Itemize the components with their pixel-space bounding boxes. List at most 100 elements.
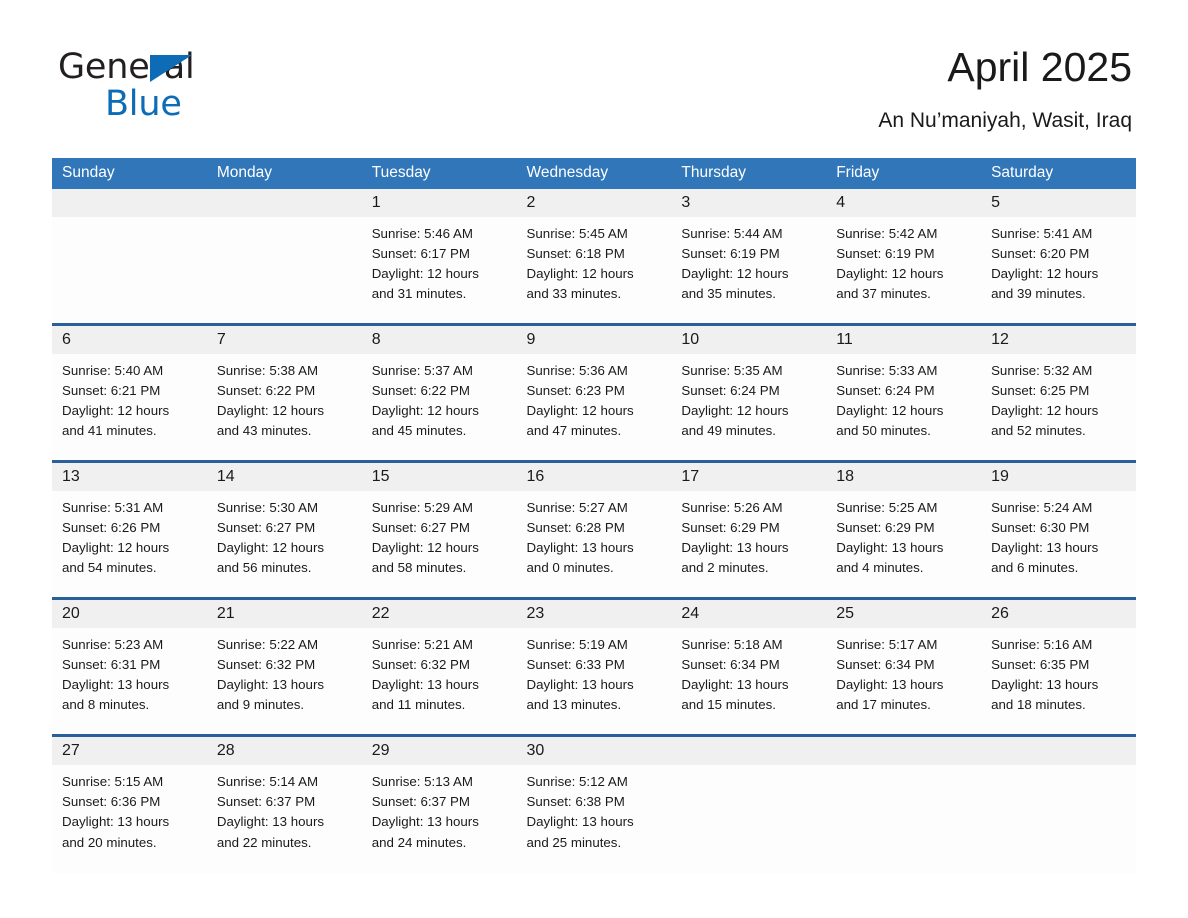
- day-sunset: Sunset: 6:19 PM: [681, 245, 780, 261]
- day-number[interactable]: 4: [826, 189, 982, 217]
- generalblue-logo[interactable]: General Blue: [58, 50, 195, 122]
- day-number[interactable]: 2: [516, 189, 672, 217]
- day-daylight-line: Daylight: 13 hours: [836, 677, 944, 693]
- day-number[interactable]: 24: [671, 597, 827, 628]
- day-daylight-line: and 31 minutes.: [371, 286, 467, 302]
- day-sunrise: Sunrise: 5:27 AM: [526, 499, 628, 515]
- day-daylight-line: Daylight: 13 hours: [526, 540, 634, 556]
- day-number[interactable]: 5: [981, 189, 1136, 217]
- day-sunset: Sunset: 6:32 PM: [216, 657, 316, 673]
- day-sunrise: Sunrise: 5:12 AM: [526, 773, 628, 789]
- day-daylight-line: and 0 minutes.: [526, 560, 614, 576]
- day-number[interactable]: 7: [206, 323, 362, 354]
- day-number[interactable]: 16: [516, 460, 672, 491]
- day-cell[interactable]: Sunrise: 5:38 AM Sunset: 6:22 PM Daylight:…: [206, 353, 362, 462]
- day-cell[interactable]: Sunrise: 5:24 AM Sunset: 6:30 PM Daylight:…: [981, 490, 1136, 599]
- day-number[interactable]: 9: [516, 323, 672, 354]
- day-number[interactable]: 29: [361, 734, 517, 765]
- day-cell[interactable]: Sunrise: 5:37 AM Sunset: 6:22 PM Daylight:…: [361, 353, 517, 462]
- day-sunset: Sunset: 6:26 PM: [62, 519, 161, 535]
- day-sunrise: Sunrise: 5:31 AM: [62, 499, 164, 515]
- day-number[interactable]: 11: [826, 323, 982, 354]
- day-daylight-line: and 47 minutes.: [526, 423, 622, 439]
- day-cell[interactable]: Sunrise: 5:32 AM Sunset: 6:25 PM Daylight:…: [981, 353, 1136, 462]
- day-cell[interactable]: Sunrise: 5:30 AM Sunset: 6:27 PM Daylight:…: [206, 490, 362, 599]
- day-cell[interactable]: Sunrise: 5:26 AM Sunset: 6:29 PM Daylight:…: [671, 490, 827, 599]
- day-number[interactable]: 17: [671, 460, 827, 491]
- day-cell[interactable]: Sunrise: 5:33 AM Sunset: 6:24 PM Daylight:…: [826, 353, 982, 462]
- day-number[interactable]: 14: [206, 460, 362, 491]
- day-sunrise: Sunrise: 5:26 AM: [681, 499, 783, 515]
- day-cell[interactable]: Sunrise: 5:46 AM Sunset: 6:17 PM Daylight:…: [361, 216, 517, 325]
- day-cell[interactable]: Sunrise: 5:41 AM Sunset: 6:20 PM Daylight:…: [981, 216, 1136, 325]
- title-block: April 2025 An Nu’maniyah, Wasit, Iraq: [878, 45, 1132, 133]
- day-number[interactable]: 1: [361, 189, 517, 217]
- day-daylight-line: Daylight: 12 hours: [371, 266, 479, 281]
- day-number[interactable]: 12: [981, 323, 1136, 354]
- day-sunrise: Sunrise: 5:17 AM: [836, 636, 938, 652]
- day-cell[interactable]: Sunrise: 5:16 AM Sunset: 6:35 PM Daylight:…: [981, 627, 1136, 736]
- day-sunrise: Sunrise: 5:19 AM: [526, 636, 628, 652]
- week-daynumber-row: 27 28 29 30: [52, 734, 1136, 765]
- day-daylight-line: Daylight: 12 hours: [526, 266, 634, 281]
- day-cell[interactable]: Sunrise: 5:22 AM Sunset: 6:32 PM Daylight:…: [206, 627, 362, 736]
- week-detail-row: Sunrise: 5:15 AM Sunset: 6:36 PM Daylight:…: [52, 764, 1136, 873]
- day-number[interactable]: 13: [52, 460, 207, 491]
- day-sunset: Sunset: 6:22 PM: [216, 382, 316, 398]
- day-cell[interactable]: Sunrise: 5:15 AM Sunset: 6:36 PM Daylight:…: [52, 764, 207, 873]
- day-daylight-line: Daylight: 12 hours: [991, 403, 1099, 419]
- day-cell[interactable]: Sunrise: 5:19 AM Sunset: 6:33 PM Daylight:…: [516, 627, 672, 736]
- day-cell[interactable]: Sunrise: 5:14 AM Sunset: 6:37 PM Daylight:…: [206, 764, 362, 873]
- day-cell[interactable]: Sunrise: 5:27 AM Sunset: 6:28 PM Daylight:…: [516, 490, 672, 599]
- day-number[interactable]: 27: [52, 734, 207, 765]
- day-cell[interactable]: Sunrise: 5:36 AM Sunset: 6:23 PM Daylight:…: [516, 353, 672, 462]
- day-daylight-line: Daylight: 13 hours: [836, 540, 944, 556]
- day-number[interactable]: 10: [671, 323, 827, 354]
- day-number[interactable]: 21: [206, 597, 362, 628]
- weekday-header-thursday: Thursday: [671, 158, 827, 189]
- day-daylight-line: and 35 minutes.: [681, 286, 776, 302]
- day-cell[interactable]: Sunrise: 5:45 AM Sunset: 6:18 PM Daylight:…: [516, 216, 672, 325]
- day-number[interactable]: 26: [981, 597, 1136, 628]
- day-daylight-line: and 20 minutes.: [62, 834, 157, 850]
- week-daynumber-row: 12345: [52, 189, 1136, 217]
- day-cell[interactable]: Sunrise: 5:42 AM Sunset: 6:19 PM Daylight:…: [826, 216, 982, 325]
- day-sunset: Sunset: 6:20 PM: [991, 245, 1090, 261]
- day-sunset: Sunset: 6:34 PM: [836, 657, 935, 673]
- day-sunrise: Sunrise: 5:40 AM: [62, 362, 164, 378]
- day-daylight-line: and 58 minutes.: [371, 560, 467, 576]
- day-daylight-line: Daylight: 12 hours: [836, 403, 944, 419]
- day-number[interactable]: 19: [981, 460, 1136, 491]
- day-cell[interactable]: Sunrise: 5:17 AM Sunset: 6:34 PM Daylight:…: [826, 627, 982, 736]
- day-number[interactable]: 30: [516, 734, 672, 765]
- day-number[interactable]: 8: [361, 323, 517, 354]
- day-sunrise: Sunrise: 5:13 AM: [371, 773, 473, 789]
- day-daylight-line: and 50 minutes.: [836, 423, 931, 439]
- day-cell[interactable]: Sunrise: 5:25 AM Sunset: 6:29 PM Daylight:…: [826, 490, 982, 599]
- day-number[interactable]: 18: [826, 460, 982, 491]
- day-daylight-line: Daylight: 12 hours: [526, 403, 634, 419]
- day-daylight-line: and 56 minutes.: [216, 560, 312, 576]
- day-number[interactable]: 3: [671, 189, 827, 217]
- day-cell[interactable]: Sunrise: 5:12 AM Sunset: 6:38 PM Daylight:…: [516, 764, 672, 873]
- day-cell[interactable]: Sunrise: 5:13 AM Sunset: 6:37 PM Daylight:…: [361, 764, 517, 873]
- day-number[interactable]: 15: [361, 460, 517, 491]
- day-cell[interactable]: Sunrise: 5:21 AM Sunset: 6:32 PM Daylight:…: [361, 627, 517, 736]
- day-cell[interactable]: Sunrise: 5:29 AM Sunset: 6:27 PM Daylight:…: [361, 490, 517, 599]
- day-number[interactable]: 25: [826, 597, 982, 628]
- day-number[interactable]: 28: [206, 734, 362, 765]
- day-cell[interactable]: Sunrise: 5:31 AM Sunset: 6:26 PM Daylight:…: [52, 490, 207, 599]
- day-sunrise: Sunrise: 5:44 AM: [681, 225, 783, 241]
- day-cell[interactable]: Sunrise: 5:44 AM Sunset: 6:19 PM Daylight:…: [671, 216, 827, 325]
- day-cell[interactable]: Sunrise: 5:40 AM Sunset: 6:21 PM Daylight:…: [52, 353, 207, 462]
- day-number[interactable]: 6: [52, 323, 207, 354]
- day-cell-empty: [671, 764, 827, 873]
- day-number-empty: [52, 189, 207, 217]
- day-number-empty: [206, 189, 362, 217]
- day-cell[interactable]: Sunrise: 5:18 AM Sunset: 6:34 PM Daylight:…: [671, 627, 827, 736]
- day-number[interactable]: 23: [516, 597, 672, 628]
- day-cell[interactable]: Sunrise: 5:35 AM Sunset: 6:24 PM Daylight:…: [671, 353, 827, 462]
- day-number[interactable]: 20: [52, 597, 207, 628]
- day-cell[interactable]: Sunrise: 5:23 AM Sunset: 6:31 PM Daylight:…: [52, 627, 207, 736]
- day-number[interactable]: 22: [361, 597, 517, 628]
